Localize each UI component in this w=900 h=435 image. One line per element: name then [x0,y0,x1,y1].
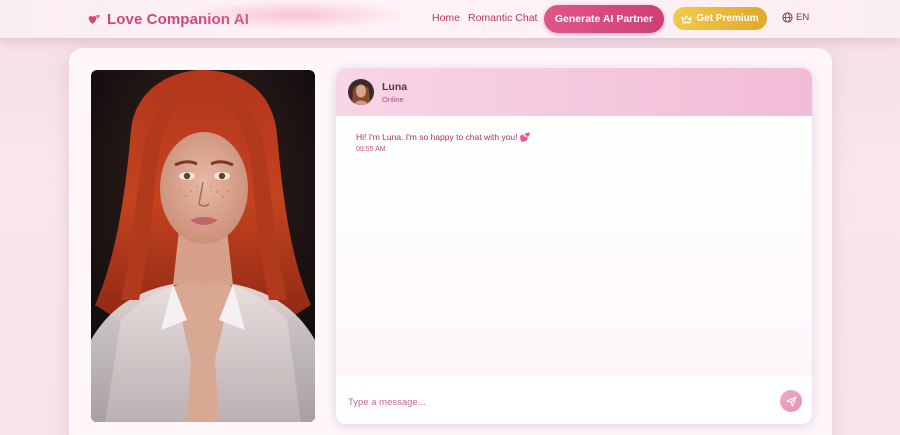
crown-icon [681,14,692,23]
get-premium-label: Get Premium [696,13,759,24]
chat-partner-name: Luna [382,81,408,93]
generate-ai-partner-button[interactable]: Generate AI Partner [544,5,664,33]
top-navbar: Love Companion AI Home Romantic Chat Gen… [0,0,900,38]
nav-romantic-chat-link[interactable]: Romantic Chat [468,12,537,24]
language-selector[interactable]: EN [782,12,809,23]
chat-messages: Hi! I'm Luna. I'm so happy to chat with … [336,116,812,376]
chat-header: Luna Online [336,68,812,116]
brand-logo[interactable]: Love Companion AI [88,9,249,29]
status-badge: Online [382,95,404,104]
message-text: Hi! I'm Luna. I'm so happy to chat with … [356,132,531,142]
message-input[interactable] [348,390,768,414]
message-timestamp: 09:55 AM [356,146,386,153]
nav-home-link[interactable]: Home [432,12,460,24]
globe-icon [782,12,793,23]
send-icon [785,395,797,407]
generate-ai-partner-label: Generate AI Partner [554,13,654,25]
message-composer [336,384,812,424]
brand-name: Love Companion AI [107,10,249,28]
companion-portrait [91,70,315,422]
language-code: EN [796,12,810,23]
avatar[interactable] [348,79,374,105]
send-button[interactable] [780,390,802,412]
get-premium-button[interactable]: Get Premium [673,7,767,30]
hearts-icon [88,14,100,24]
chat-panel: Luna Online Hi! I'm Luna. I'm so happy t… [336,68,812,424]
